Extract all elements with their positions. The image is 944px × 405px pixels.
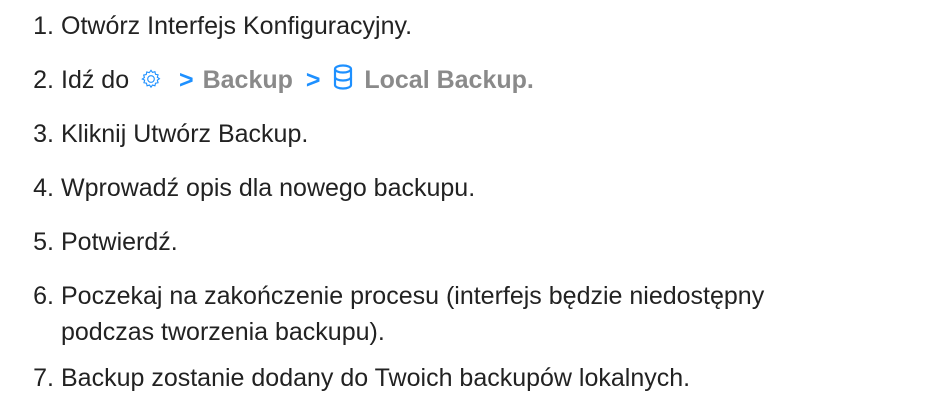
breadcrumb-separator: > [305, 66, 321, 94]
gear-icon [140, 64, 162, 100]
step-1: 1. Otwórz Interfejs Konfiguracyjny. [0, 8, 944, 44]
step-number: 2. [33, 66, 54, 94]
step-5: 5. Potwierdź. [0, 224, 944, 260]
menu-item-backup: Backup [202, 66, 293, 94]
step-text-line: podczas tworzenia backupu). [61, 318, 385, 346]
step-text: Poczekaj na zakończenie procesu (interfe… [54, 278, 944, 350]
step-4: 4. Wprowadź opis dla nowego backupu. [0, 170, 944, 206]
step-prefix: Idź do [61, 66, 130, 94]
step-number: 6. [33, 282, 54, 310]
step-number: 5. [33, 228, 54, 256]
step-7: 7. Backup zostanie dodany do Twoich back… [0, 360, 944, 396]
step-number: 1. [33, 12, 54, 40]
step-text: Idź do > Backup > Local Backup. [54, 62, 944, 100]
step-text: Otwórz Interfejs Konfiguracyjny. [61, 12, 413, 40]
step-3: 3. Kliknij Utwórz Backup. [0, 116, 944, 152]
step-text: Backup zostanie dodany do Twoich backupó… [61, 364, 691, 392]
step-number: 7. [33, 364, 54, 392]
breadcrumb-separator: > [179, 66, 194, 94]
step-number: 4. [33, 174, 54, 202]
step-number: 3. [33, 120, 54, 148]
step-text: Kliknij Utwórz Backup. [61, 120, 309, 148]
menu-item-local-backup: Local Backup. [364, 66, 534, 94]
step-6: 6. Poczekaj na zakończenie procesu (inte… [0, 278, 944, 350]
step-2: 2. Idź do > Backup > Local Backup. [0, 62, 944, 100]
database-icon [333, 64, 353, 100]
step-text: Potwierdź. [61, 228, 178, 256]
step-text-line: Poczekaj na zakończenie procesu (interfe… [61, 282, 765, 310]
step-text: Wprowadź opis dla nowego backupu. [61, 174, 476, 202]
